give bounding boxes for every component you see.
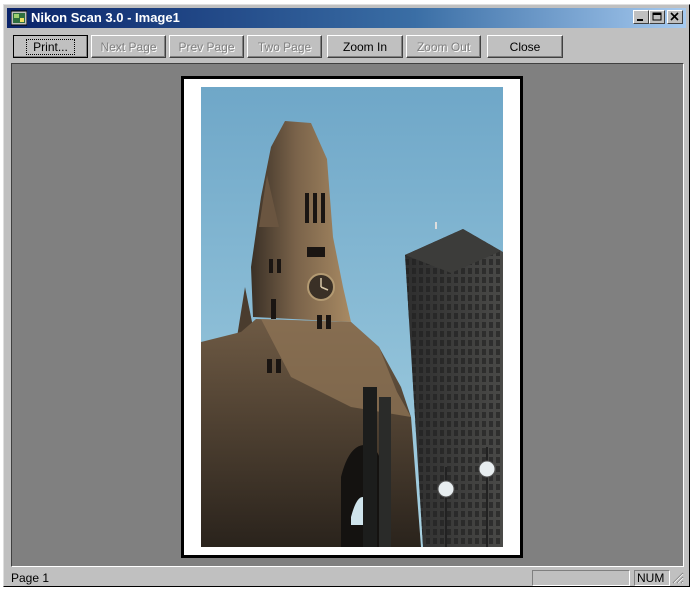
two-page-button[interactable]: Two Page	[247, 35, 322, 58]
maximize-button[interactable]	[649, 10, 665, 24]
status-progress-pane	[532, 570, 630, 586]
close-icon	[670, 12, 679, 21]
page-indicator: Page 1	[11, 571, 50, 585]
print-button[interactable]: Print...	[13, 35, 88, 58]
zoom-in-button[interactable]: Zoom In	[327, 35, 403, 58]
prev-page-button[interactable]: Prev Page	[169, 35, 244, 58]
resize-grip-icon[interactable]	[672, 572, 684, 584]
print-button-label: Print...	[26, 38, 75, 55]
zoom-out-button[interactable]: Zoom Out	[406, 35, 481, 58]
toolbar: Print... Next Page Prev Page Two Page Zo…	[7, 32, 686, 58]
window-title: Nikon Scan 3.0 - Image1	[31, 10, 180, 25]
status-bar: Page 1 NUM	[7, 568, 686, 586]
preview-area[interactable]	[11, 63, 684, 567]
nikon-scan-app-icon	[11, 10, 27, 26]
title-bar[interactable]: Nikon Scan 3.0 - Image1	[7, 8, 686, 28]
scanned-image	[201, 87, 503, 547]
close-button[interactable]: Close	[487, 35, 563, 58]
print-preview-window: Nikon Scan 3.0 - Image1 Print... Next Pa…	[3, 4, 690, 587]
preview-page	[181, 76, 523, 558]
minimize-button[interactable]	[633, 10, 649, 24]
num-lock-indicator: NUM	[634, 570, 670, 586]
maximize-icon	[652, 12, 662, 21]
next-page-button[interactable]: Next Page	[91, 35, 166, 58]
close-window-button[interactable]	[667, 10, 683, 24]
minimize-icon	[637, 19, 643, 21]
